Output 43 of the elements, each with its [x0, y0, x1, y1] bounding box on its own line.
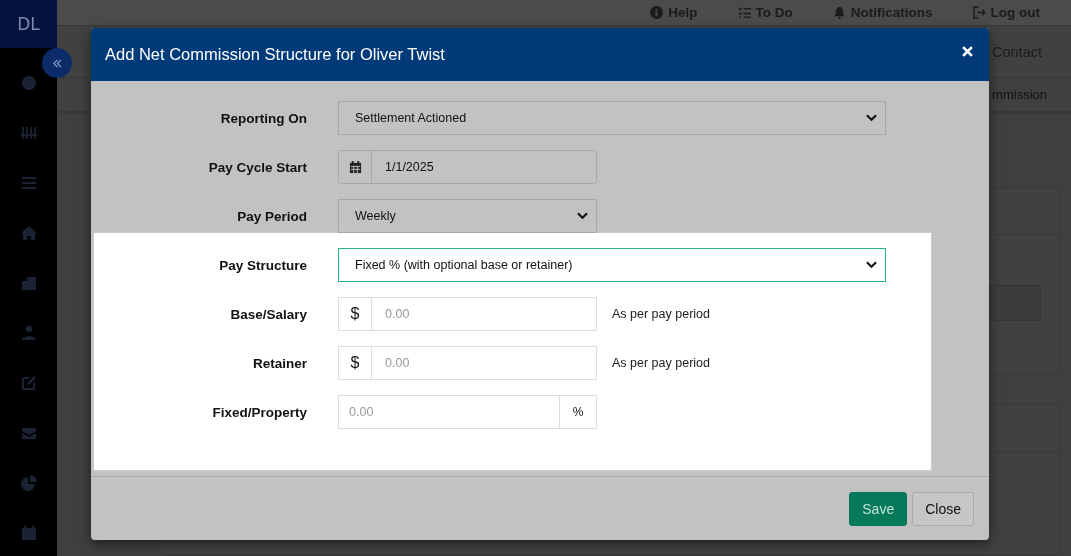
chevron-icon: [866, 261, 877, 269]
modal-title: Add Net Commission Structure for Oliver Twist: [105, 45, 445, 64]
menu-icon[interactable]: [20, 175, 37, 191]
hint-text: As per pay period: [612, 307, 710, 321]
close-button[interactable]: Close: [912, 492, 974, 526]
chevron-icon: [577, 212, 588, 220]
calendar-icon: [348, 160, 362, 174]
building-icon[interactable]: [20, 275, 37, 291]
field-label: Reporting On: [219, 110, 307, 126]
logo[interactable]: DL: [0, 0, 57, 48]
field-label: Retainer: [251, 355, 307, 371]
field-label: Pay Cycle Start: [207, 159, 307, 175]
select-field[interactable]: Weekly: [338, 199, 597, 233]
date-field[interactable]: 1/1/2025: [372, 151, 596, 183]
home-icon[interactable]: [20, 225, 37, 241]
close-icon[interactable]: [962, 46, 973, 57]
user-icon[interactable]: [20, 325, 37, 341]
tally-icon[interactable]: [20, 125, 37, 141]
chevron-icon: [866, 114, 877, 122]
field-label: Base/Salary: [229, 306, 307, 322]
select-field[interactable]: Settlement Actioned: [338, 101, 886, 135]
amount-field[interactable]: 0.00: [372, 298, 596, 330]
hint-text: As per pay period: [612, 356, 710, 370]
edit-icon[interactable]: [20, 375, 37, 391]
field-label: Pay Structure: [218, 257, 307, 273]
percent-input-group[interactable]: 0.00 %: [338, 395, 597, 429]
amount-field[interactable]: 0.00: [372, 347, 596, 379]
pie-icon[interactable]: [20, 475, 37, 491]
field-label: Fixed/Property: [211, 404, 307, 420]
percent-field[interactable]: 0.00: [339, 396, 559, 428]
save-button[interactable]: Save: [849, 492, 908, 526]
field-label: Pay Period: [236, 208, 307, 224]
amount-input-group[interactable]: $ 0.00: [338, 297, 597, 331]
mail-icon[interactable]: [20, 425, 37, 441]
logout-icon: [972, 6, 986, 20]
calendar-icon[interactable]: [20, 525, 37, 541]
double-chevron-icon: [51, 57, 63, 69]
checklist-icon: [737, 6, 751, 20]
date-input-group[interactable]: 1/1/2025: [338, 150, 597, 184]
select-field[interactable]: Fixed % (with optional base or retainer): [338, 248, 886, 282]
bell-icon: [832, 6, 846, 20]
amount-input-group[interactable]: $ 0.00: [338, 346, 597, 380]
info-icon: [650, 6, 664, 20]
